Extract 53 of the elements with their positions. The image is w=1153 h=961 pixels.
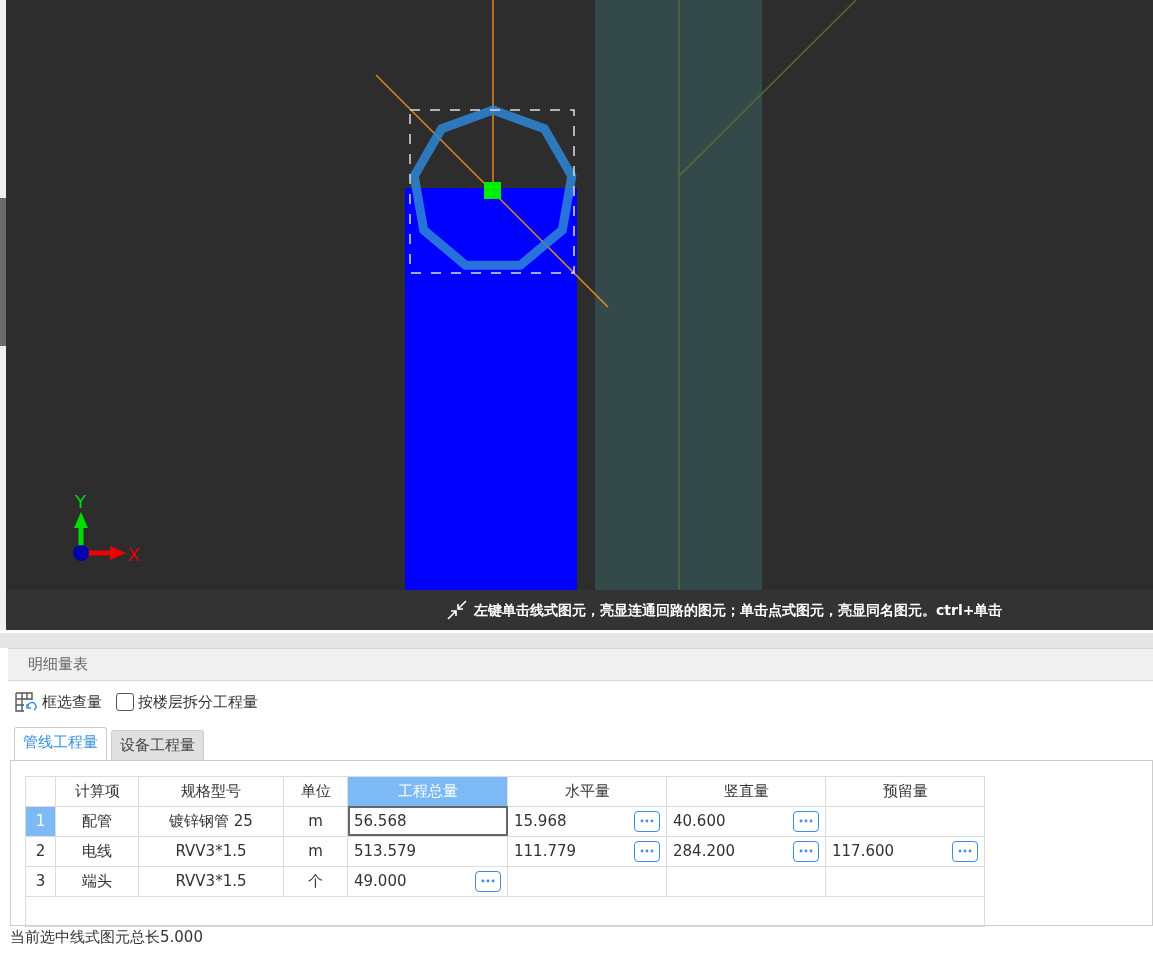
more-button[interactable] xyxy=(475,870,501,892)
ellipsis-icon xyxy=(481,879,495,883)
more-button[interactable] xyxy=(634,840,660,862)
more-button[interactable] xyxy=(793,810,819,832)
axis-label: Y xyxy=(75,491,86,512)
cell-text: 电线 xyxy=(82,840,112,862)
cell-text: m xyxy=(308,840,323,862)
axis-label: X xyxy=(128,544,141,565)
checkbox-label[interactable]: 按楼层拆分工程量 xyxy=(138,690,258,713)
more-button[interactable] xyxy=(952,840,978,862)
hint-text: 左键单击线式图元，亮显连通回路的图元；单击点式图元，亮显同名图元。ctrl+单击 xyxy=(474,600,1003,620)
cell-text: 镀锌钢管 25 xyxy=(169,810,253,832)
grip-handle[interactable] xyxy=(484,182,501,199)
column-header[interactable]: 规格型号 xyxy=(138,776,284,806)
cell-text: 513.579 xyxy=(354,840,417,862)
grid-select-icon xyxy=(14,690,38,713)
tab[interactable]: 管线工程量 xyxy=(14,727,107,760)
column-header[interactable]: 计算项 xyxy=(55,776,139,806)
ellipsis-icon xyxy=(799,849,813,853)
cell-text: RVV3*1.5 xyxy=(175,840,247,862)
ellipsis-icon xyxy=(640,849,654,853)
cell-text: 56.568 xyxy=(354,810,407,832)
tab[interactable]: 设备工程量 xyxy=(111,730,204,760)
cell-text: RVV3*1.5 xyxy=(175,870,247,892)
cell-text: 49.000 xyxy=(354,870,407,892)
axis-drawing xyxy=(73,512,126,561)
row-number[interactable]: 2 xyxy=(25,836,56,866)
ellipsis-icon xyxy=(958,849,972,853)
drawing-canvas[interactable]: Y X 左键单击线式图元，亮显连通回路的图元；单击点式图元，亮显同名图元。ctrl+单击 xyxy=(6,0,1153,630)
cell-text: 117.600 xyxy=(832,840,895,862)
column-header[interactable]: 水平量 xyxy=(507,776,667,806)
cell-text: 284.200 xyxy=(673,840,736,862)
cell-text: 15.968 xyxy=(514,810,567,832)
shrink-icon xyxy=(446,599,468,621)
row-number[interactable]: 3 xyxy=(25,866,56,896)
cell-text: 111.779 xyxy=(514,840,577,862)
cell-text: 端头 xyxy=(82,870,112,892)
cell-text: 配管 xyxy=(82,810,112,832)
cell-text: 40.600 xyxy=(673,810,726,832)
column-header[interactable]: 竖直量 xyxy=(666,776,826,806)
column-header[interactable]: 预留量 xyxy=(825,776,985,806)
more-button[interactable] xyxy=(634,810,660,832)
ellipsis-icon xyxy=(799,819,813,823)
column-header[interactable]: 单位 xyxy=(283,776,348,806)
panel-title: 明细量表 xyxy=(8,648,1153,681)
checkbox[interactable] xyxy=(116,692,134,711)
cell-text: m xyxy=(308,810,323,832)
box-select-button[interactable]: 框选查量 xyxy=(14,690,102,713)
more-button[interactable] xyxy=(793,840,819,862)
ellipsis-icon xyxy=(640,819,654,823)
panel-handle[interactable] xyxy=(0,198,6,346)
cell-text: 个 xyxy=(308,870,323,892)
status-text: 当前选中线式图元总长5.000 xyxy=(9,926,204,948)
